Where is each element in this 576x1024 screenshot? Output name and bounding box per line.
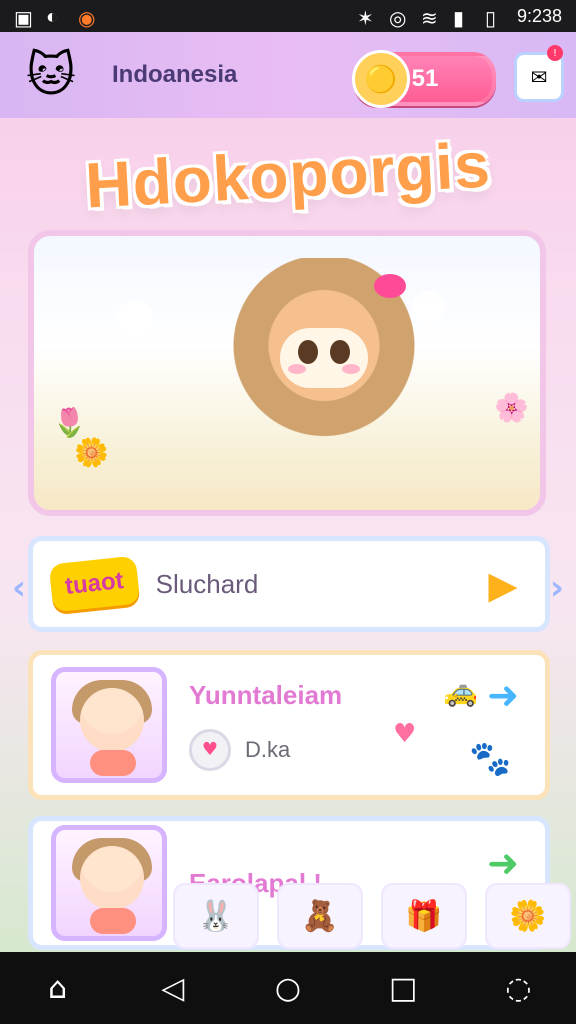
row2-title: Yunntaleiam bbox=[189, 679, 343, 710]
menu-row-search[interactable]: tuaot Sluchard ▶ bbox=[28, 536, 550, 632]
home-circle-icon[interactable]: ○ bbox=[266, 966, 310, 1010]
game-title-logo: Hdokoporgis bbox=[83, 128, 493, 222]
friend-item-icon[interactable]: 🧸 bbox=[277, 883, 363, 949]
car-icon: 🚕 bbox=[443, 675, 478, 708]
character-face bbox=[280, 328, 368, 388]
status-bar: ▣ ◐ ◉ ✶ ◎ ≋ ▮ ▯ 9:238 bbox=[0, 0, 576, 32]
location-icon: ◎ bbox=[388, 8, 407, 30]
thumbnail-body bbox=[90, 750, 136, 776]
row2-arrow-button[interactable]: ➜ bbox=[479, 671, 527, 719]
coin-icon: 🟡 bbox=[352, 50, 410, 108]
treasure-item-icon[interactable]: 🎁 bbox=[381, 883, 467, 949]
character-thumbnail[interactable] bbox=[51, 667, 167, 783]
right-eye bbox=[330, 340, 350, 364]
right-blush bbox=[342, 364, 360, 374]
thumbnail-face bbox=[80, 846, 144, 910]
daisy-icon: 🌼 bbox=[74, 436, 109, 469]
wifi-icon: ≋ bbox=[420, 8, 438, 30]
row1-tag: tuaot bbox=[48, 555, 140, 613]
battery-icon: ▯ bbox=[484, 8, 496, 30]
coin-count: 51 bbox=[411, 65, 439, 92]
signal-icon: ▮ bbox=[452, 8, 464, 30]
row3-arrow-button[interactable]: ➜ bbox=[479, 839, 527, 887]
home-icon[interactable]: ⌂ bbox=[36, 966, 80, 1010]
menu-row-inventory[interactable]: Earolapal ! ➜ 🐰 🧸 🎁 🌼 bbox=[28, 816, 571, 950]
chat-icon: ✉ bbox=[530, 65, 548, 89]
heart-badge-icon[interactable]: ♥ bbox=[189, 728, 231, 771]
gallery-icon: ▣ bbox=[14, 8, 33, 30]
coin-counter[interactable]: 🟡 51 bbox=[352, 50, 496, 108]
left-blush bbox=[288, 364, 306, 374]
time: 9:238 bbox=[516, 5, 562, 26]
chat-notification-badge: ! bbox=[547, 45, 563, 61]
flower-item-icon[interactable]: 🌼 bbox=[485, 883, 571, 949]
flower-icon: 🌸 bbox=[494, 391, 529, 424]
status-right: ✶ ◎ ≋ ▮ ▯ 9:238 bbox=[356, 5, 562, 31]
android-nav-bar: ⌂ ◁ ○ □ ◌ bbox=[0, 952, 576, 1024]
hero-showcase: 🌷 🌸 🌼 bbox=[28, 230, 546, 516]
status-left: ▣ ◐ ◉ bbox=[14, 6, 98, 30]
pet-item-icon[interactable]: 🐰 bbox=[173, 883, 259, 949]
pet-icon: 🐾 bbox=[469, 739, 512, 779]
row1-arrow-button[interactable]: ▶ bbox=[479, 561, 527, 609]
chat-button[interactable]: ✉ ! bbox=[514, 45, 564, 102]
row1-title: Sluchard bbox=[155, 568, 259, 599]
row2-subline: ♥ D.ka bbox=[189, 728, 342, 771]
menu-row-character[interactable]: Yunntaleiam ♥ D.ka 🚕 ♥ 🐾 ➜ bbox=[28, 650, 550, 800]
tulip-icon: 🌷 bbox=[52, 406, 87, 439]
hair-bow-icon bbox=[374, 274, 406, 298]
recent-apps-icon[interactable]: □ bbox=[381, 966, 425, 1010]
shield-icon: ◐ bbox=[46, 6, 59, 28]
thumbnail-body bbox=[90, 908, 136, 934]
mascot-avatar[interactable]: 🐱 bbox=[16, 40, 86, 110]
thumbnail-face bbox=[80, 688, 144, 752]
item-strip: 🐰 🧸 🎁 🌼 bbox=[173, 883, 571, 949]
bluetooth-icon: ✶ bbox=[356, 8, 374, 30]
left-eye bbox=[298, 340, 318, 364]
orange-badge-icon: ◉ bbox=[78, 8, 96, 30]
back-icon[interactable]: ◁ bbox=[151, 966, 195, 1010]
top-header: 🐱 Indoanesia 🟡 51 ✉ ! bbox=[0, 32, 576, 118]
profile-icon[interactable]: ◌ bbox=[496, 966, 540, 1010]
heart-icon: ♥ bbox=[393, 719, 417, 749]
row2-subtext: D.ka bbox=[245, 736, 291, 762]
hero-character[interactable] bbox=[224, 258, 424, 508]
row2-content: Yunntaleiam ♥ D.ka bbox=[189, 680, 342, 771]
inventory-thumbnail[interactable] bbox=[51, 825, 167, 941]
region-label[interactable]: Indoanesia bbox=[112, 61, 237, 89]
